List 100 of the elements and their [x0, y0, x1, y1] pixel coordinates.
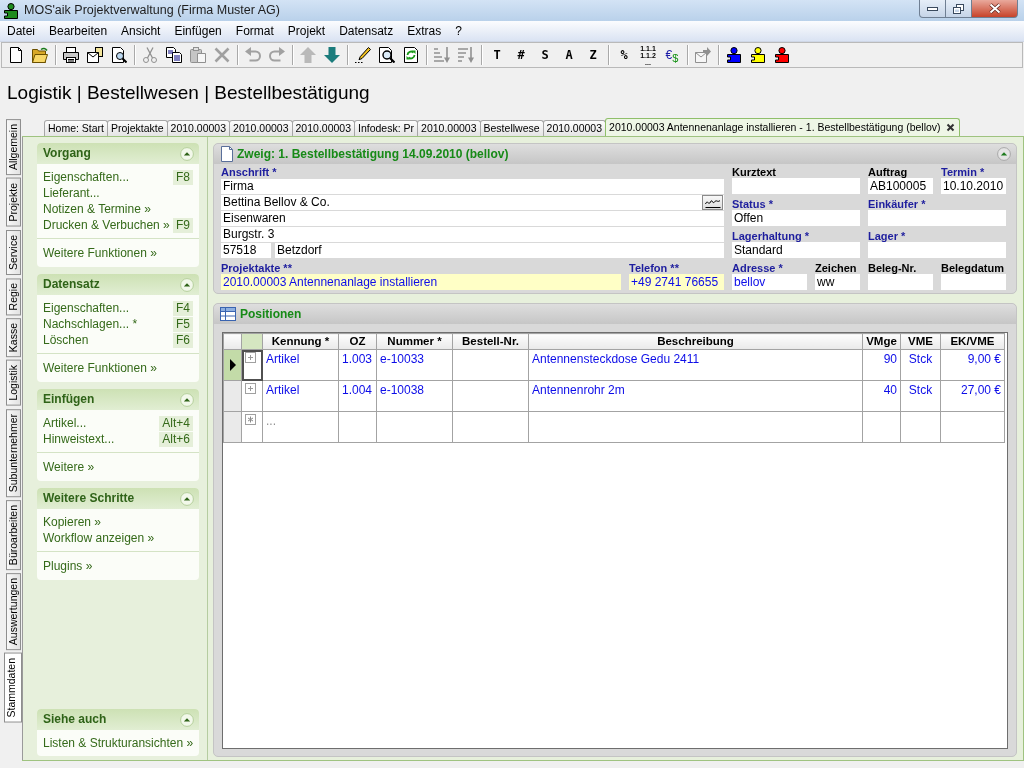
sidebar-link[interactable]: Hinweistext... — [43, 431, 115, 447]
document-tab[interactable]: Bestellwese — [479, 120, 544, 136]
sidebar-link[interactable]: Löschen — [43, 332, 89, 348]
text-field[interactable] — [868, 242, 1006, 258]
menu-item[interactable]: Format — [228, 23, 281, 39]
column-header[interactable]: VME — [900, 333, 941, 350]
text-field[interactable] — [868, 210, 1006, 226]
envelope-icon[interactable] — [87, 47, 103, 63]
text-field[interactable]: Bettina Bellov & Co. — [221, 195, 724, 210]
sidebar-link[interactable]: Eigenschaften... — [43, 300, 130, 316]
sidebar-link[interactable]: Eigenschaften... — [43, 169, 130, 185]
document-tab[interactable]: 2010.00003 — [542, 120, 607, 136]
side-tab[interactable]: Kasse — [6, 318, 21, 358]
menu-item[interactable]: ? — [448, 23, 469, 39]
side-tab[interactable]: Projekte — [6, 178, 21, 227]
refresh-document-icon[interactable] — [403, 47, 419, 63]
sidebar-link[interactable]: Kopieren » — [43, 514, 102, 530]
text-field[interactable]: Offen — [732, 210, 860, 226]
column-header[interactable]: OZ — [338, 333, 377, 350]
open-folder-icon[interactable] — [32, 47, 48, 63]
menu-item[interactable]: Extras — [400, 23, 449, 39]
text-field[interactable]: ww — [815, 274, 860, 290]
sidebar-link[interactable]: Nachschlagen... * — [43, 316, 138, 332]
document-tab[interactable]: 2010.00003 — [417, 120, 481, 136]
side-tab[interactable]: Regie — [6, 277, 21, 316]
sidebar-link[interactable]: Notizen & Termine » — [43, 201, 151, 217]
side-tab[interactable]: Allgemein — [6, 119, 21, 176]
restore-button[interactable] — [946, 0, 972, 18]
text-field[interactable]: Betzdorf — [275, 243, 724, 258]
sidebar-link[interactable]: Artikel... — [43, 415, 87, 431]
printer-icon[interactable] — [63, 47, 79, 63]
menu-item[interactable]: Projekt — [280, 23, 333, 39]
close-button[interactable] — [972, 0, 1018, 18]
collapse-icon[interactable] — [180, 277, 194, 292]
copy-icon[interactable] — [166, 47, 182, 63]
text-field[interactable]: AB100005 — [868, 178, 933, 194]
collapse-icon[interactable] — [997, 147, 1011, 161]
text-field[interactable]: Firma — [221, 179, 724, 194]
toolbar-button[interactable]: A — [557, 47, 581, 63]
sidebar-link[interactable]: Plugins » — [43, 558, 93, 574]
sidebar-link[interactable]: Weitere Funktionen » — [43, 360, 157, 376]
menu-item[interactable]: Bearbeiten — [42, 23, 115, 39]
text-field[interactable]: Burgstr. 3 — [221, 227, 724, 242]
column-header[interactable]: VMge — [862, 333, 901, 350]
currency-button[interactable]: €$ — [660, 47, 684, 63]
side-tab[interactable]: Logistik — [6, 360, 21, 406]
column-header[interactable]: Beschreibung — [528, 333, 863, 350]
puzzle-icon[interactable] — [774, 47, 790, 63]
menu-item[interactable]: Einfügen — [167, 23, 229, 39]
side-tab[interactable]: Auswertungen — [6, 573, 21, 651]
column-header[interactable]: Nummer * — [376, 333, 453, 350]
column-header[interactable]: Bestell-Nr. — [452, 333, 529, 350]
column-header[interactable]: EK/VME — [940, 333, 1005, 350]
text-field[interactable] — [732, 178, 860, 194]
search-document-icon[interactable] — [379, 47, 395, 63]
text-field[interactable]: Eisenwaren — [221, 211, 724, 226]
sidebar-link[interactable]: Workflow anzeigen » — [43, 530, 155, 546]
text-field[interactable] — [868, 274, 933, 290]
side-tab[interactable]: Stammdaten — [4, 653, 22, 723]
document-tab[interactable]: Projektakte — [107, 120, 168, 136]
sidebar-link[interactable]: Drucken & Verbuchen » — [43, 217, 170, 233]
document-tab[interactable]: 2010.00003 — [291, 120, 355, 136]
sidebar-link[interactable]: Listen & Strukturansichten » — [43, 735, 194, 751]
side-tab[interactable]: Subunternehmer — [6, 408, 21, 498]
toolbar-button[interactable]: T — [485, 47, 509, 63]
column-header[interactable]: Kennung * — [262, 333, 339, 350]
collapse-icon[interactable] — [180, 146, 194, 161]
text-field[interactable]: +49 2741 76655 — [629, 274, 724, 290]
text-field[interactable]: 10.10.2010 — [941, 178, 1006, 194]
collapse-icon[interactable] — [180, 392, 194, 407]
collapse-icon[interactable] — [180, 491, 194, 506]
toolbar-button[interactable]: S — [533, 47, 557, 63]
puzzle-icon[interactable] — [726, 47, 742, 63]
sidebar-link[interactable]: Weitere » — [43, 459, 95, 475]
document-tab[interactable]: 2010.00003 — [229, 120, 293, 136]
side-tab[interactable]: Büroarbeiten — [6, 500, 21, 571]
text-field[interactable]: Standard — [732, 242, 860, 258]
side-tab[interactable]: Service — [6, 229, 21, 275]
document-tab[interactable]: Home: Start — [44, 120, 109, 136]
minimize-button[interactable] — [919, 0, 946, 18]
toolbar-button[interactable]: Z — [581, 47, 605, 63]
close-icon[interactable] — [945, 123, 955, 132]
expand-icon[interactable] — [245, 383, 256, 394]
text-field[interactable]: 2010.00003 Antennenanlage installieren — [221, 274, 621, 290]
lookup-button[interactable] — [702, 195, 723, 210]
pencil-icon[interactable] — [355, 47, 371, 63]
menu-item[interactable]: Datensatz — [332, 23, 401, 39]
toolbar-button[interactable]: % — [612, 47, 636, 63]
print-preview-icon[interactable] — [111, 47, 127, 63]
new-document-icon[interactable] — [8, 47, 24, 63]
text-field[interactable]: bellov — [732, 274, 807, 290]
document-tab[interactable]: Infodesk: Pr — [354, 120, 419, 136]
sidebar-link[interactable]: Lieferant... — [43, 185, 100, 201]
sidebar-link[interactable]: Weitere Funktionen » — [43, 245, 157, 261]
document-tab[interactable]: 2010.00003 Antennenanlage installieren - 1. Bestellbestätigung (bellov) — [605, 118, 960, 136]
menu-item[interactable]: Ansicht — [114, 23, 168, 39]
expand-icon[interactable] — [245, 352, 256, 363]
menu-item[interactable]: Datei — [0, 23, 42, 39]
puzzle-icon[interactable] — [750, 47, 766, 63]
text-field[interactable] — [941, 274, 1006, 290]
